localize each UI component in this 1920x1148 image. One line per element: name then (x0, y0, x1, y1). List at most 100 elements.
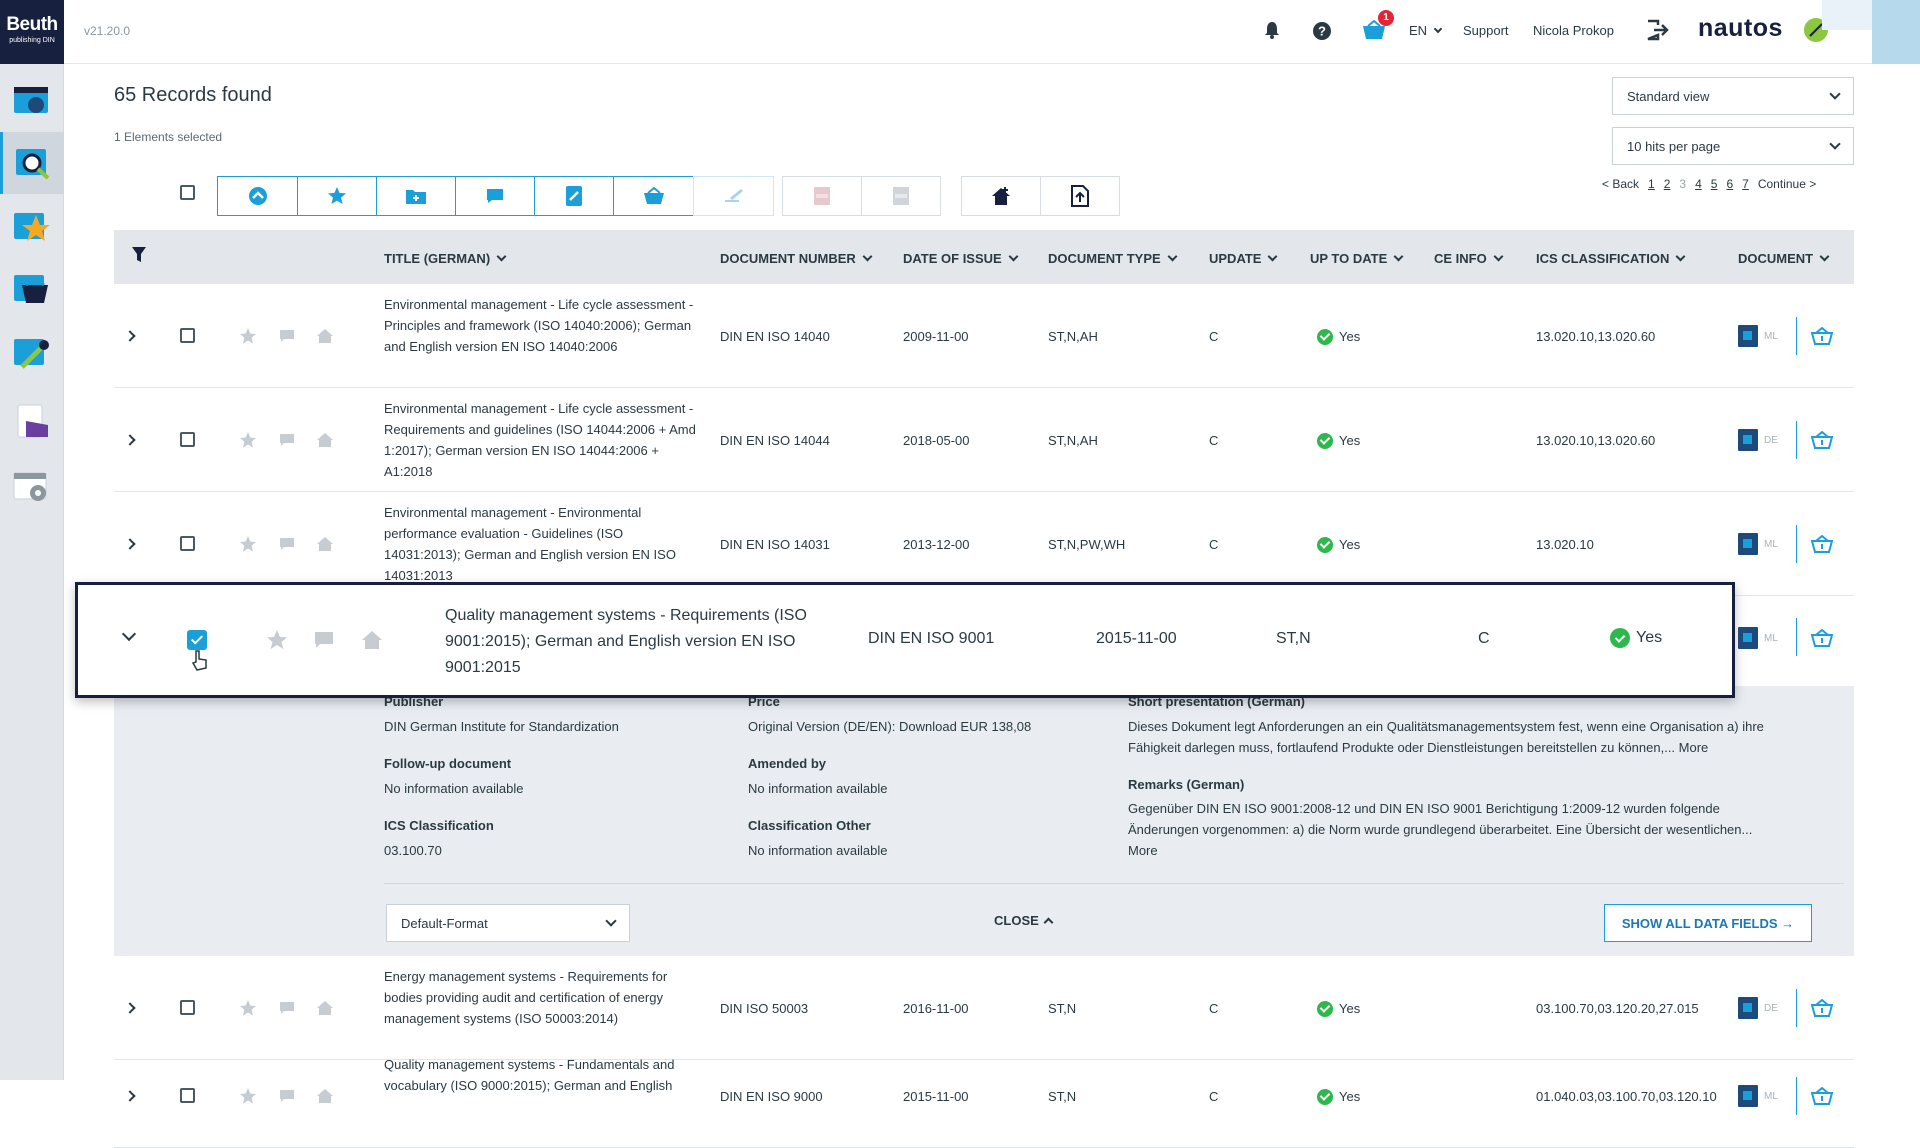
toolbar-pdf-button[interactable] (782, 176, 862, 216)
comment-icon[interactable] (279, 537, 295, 551)
nautos-logo[interactable]: nautos (1698, 14, 1783, 43)
star-icon[interactable] (239, 1087, 257, 1105)
col-update[interactable]: UPDATE (1209, 251, 1278, 266)
home-icon[interactable] (316, 999, 334, 1017)
row-title[interactable]: Environmental management - Environmental… (384, 502, 702, 586)
notifications-button[interactable] (1264, 21, 1280, 44)
expand-row-button[interactable] (124, 538, 136, 550)
close-detail-button[interactable]: CLOSE (994, 913, 1054, 928)
row-title[interactable]: Environmental management - Life cycle as… (384, 398, 702, 482)
sidebar-item-documents[interactable] (0, 390, 64, 452)
row-document-cell[interactable]: ML (1738, 533, 1778, 555)
expand-row-button[interactable] (124, 434, 136, 446)
col-ics-classification[interactable]: ICS CLASSIFICATION (1536, 251, 1686, 266)
star-icon[interactable] (239, 535, 257, 553)
basket-icon[interactable] (1811, 998, 1833, 1018)
row-document-cell[interactable]: ML (1738, 325, 1778, 347)
toolbar-export-button[interactable] (1040, 176, 1120, 216)
toolbar-basket-button[interactable] (613, 176, 694, 216)
star-icon[interactable] (239, 431, 257, 449)
support-link[interactable]: Support (1463, 23, 1509, 38)
expand-row-button[interactable] (124, 1002, 136, 1014)
home-icon[interactable] (316, 535, 334, 553)
expanded-document-cell[interactable]: ML (1738, 627, 1778, 649)
row-checkbox[interactable] (180, 1088, 195, 1103)
row-checkbox[interactable] (180, 432, 195, 447)
basket-icon[interactable] (1811, 628, 1833, 648)
row-title[interactable]: Environmental management - Life cycle as… (384, 294, 702, 357)
comment-icon[interactable] (279, 1001, 295, 1015)
col-document-type[interactable]: DOCUMENT TYPE (1048, 251, 1178, 266)
sidebar-item-basket[interactable] (0, 258, 64, 320)
row-document-cell[interactable]: DE (1738, 429, 1778, 451)
toolbar-home-button[interactable] (961, 176, 1041, 216)
page-4[interactable]: 4 (1695, 177, 1702, 191)
page-6[interactable]: 6 (1726, 177, 1733, 191)
expanded-title[interactable]: Quality management systems - Requirement… (445, 603, 865, 681)
toolbar-edit-document-button[interactable] (534, 176, 614, 216)
col-up-to-date[interactable]: UP TO DATE (1310, 251, 1404, 266)
toolbar-comment-button[interactable] (455, 176, 535, 216)
row-checkbox[interactable] (180, 536, 195, 551)
home-icon[interactable] (316, 1087, 334, 1105)
hits-per-page-select[interactable]: 10 hits per page (1612, 127, 1854, 165)
home-icon[interactable] (361, 629, 383, 651)
page-1[interactable]: 1 (1648, 177, 1655, 191)
sidebar-item-settings[interactable] (0, 456, 64, 518)
basket-icon[interactable] (1811, 1086, 1833, 1106)
show-all-data-fields-button[interactable]: SHOW ALL DATA FIELDS → (1604, 904, 1812, 942)
sidebar-item-search[interactable] (0, 132, 64, 194)
comment-icon[interactable] (314, 631, 334, 649)
page-2[interactable]: 2 (1664, 177, 1671, 191)
select-all-checkbox[interactable] (180, 185, 195, 200)
row-document-cell[interactable]: ML (1738, 1085, 1778, 1107)
row-checkbox-checked[interactable] (187, 630, 207, 650)
comment-icon[interactable] (279, 433, 295, 447)
page-5[interactable]: 5 (1711, 177, 1718, 191)
sidebar-item-tools[interactable] (0, 322, 64, 384)
sidebar-item-favorites[interactable] (0, 196, 64, 258)
view-select[interactable]: Standard view (1612, 77, 1854, 115)
toolbar-favorite-button[interactable] (297, 176, 377, 216)
toolbar-folder-button[interactable] (376, 176, 456, 216)
row-checkbox[interactable] (180, 1000, 195, 1015)
basket-icon[interactable] (1811, 430, 1833, 450)
help-button[interactable]: ? (1312, 21, 1332, 46)
star-icon[interactable] (266, 629, 288, 651)
logout-button[interactable] (1646, 19, 1670, 46)
toolbar-excel-button[interactable] (861, 176, 941, 216)
star-icon[interactable] (239, 327, 257, 345)
page-7[interactable]: 7 (1742, 177, 1749, 191)
comment-icon[interactable] (279, 329, 295, 343)
home-icon[interactable] (316, 431, 334, 449)
col-date-of-issue[interactable]: DATE OF ISSUE (903, 251, 1019, 266)
expand-row-button[interactable] (124, 1090, 136, 1102)
side-panel-toggle[interactable] (1872, 0, 1920, 64)
col-document[interactable]: DOCUMENT (1738, 251, 1830, 266)
language-selector[interactable]: EN (1409, 23, 1443, 38)
col-document-number[interactable]: DOCUMENT NUMBER (720, 251, 873, 266)
basket-icon[interactable] (1811, 326, 1833, 346)
pagination-continue[interactable]: Continue > (1758, 177, 1816, 191)
beuth-logo[interactable]: Beuth publishing DIN (0, 0, 64, 64)
toolbar-update-button[interactable] (217, 176, 298, 216)
comment-icon[interactable] (279, 1089, 295, 1103)
user-name[interactable]: Nicola Prokop (1533, 23, 1614, 38)
expand-row-button[interactable] (124, 330, 136, 342)
sidebar-item-dashboard[interactable] (0, 70, 64, 132)
collapse-row-button[interactable] (121, 626, 137, 642)
basket-icon[interactable] (1811, 534, 1833, 554)
col-ce-info[interactable]: CE INFO (1434, 251, 1504, 266)
table-row[interactable]: Environmental management - Life cycle as… (114, 388, 1854, 492)
table-row[interactable]: Environmental management - Environmental… (114, 492, 1854, 596)
row-title[interactable]: Energy management systems - Requirements… (384, 966, 702, 1029)
star-icon[interactable] (239, 999, 257, 1017)
row-checkbox[interactable] (180, 328, 195, 343)
format-select[interactable]: Default-Format (386, 904, 630, 942)
table-row[interactable]: Quality management systems - Fundamental… (114, 1044, 1854, 1148)
toolbar-annotate-button[interactable] (693, 176, 774, 216)
home-icon[interactable] (316, 327, 334, 345)
expanded-row[interactable]: Quality management systems - Requirement… (75, 582, 1735, 698)
pagination-back[interactable]: < Back (1602, 177, 1639, 191)
row-title[interactable]: Quality management systems - Fundamental… (384, 1054, 702, 1096)
